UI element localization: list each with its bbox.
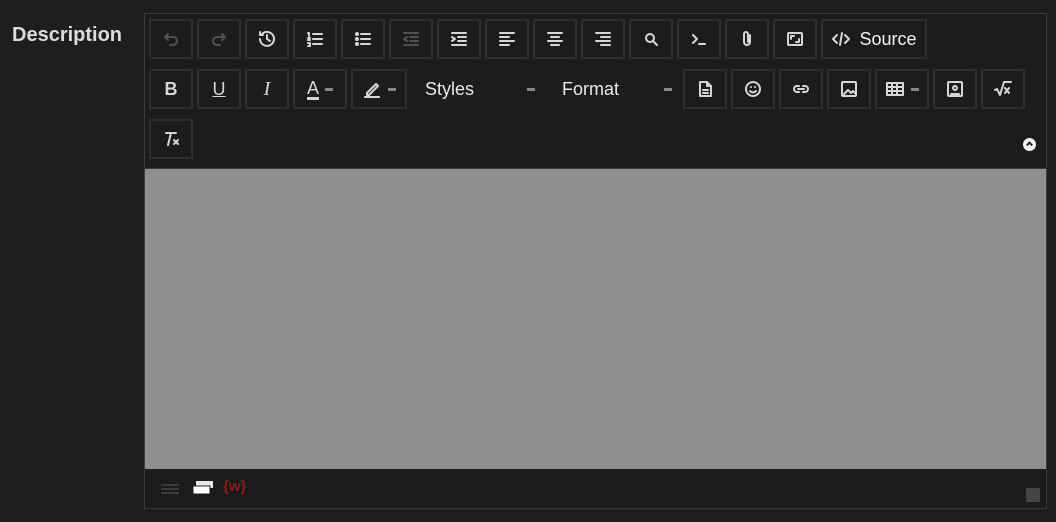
maximize-button[interactable]: [773, 19, 817, 59]
redo-button[interactable]: [197, 19, 241, 59]
underline-button[interactable]: U: [197, 69, 241, 109]
text-color-button[interactable]: A: [293, 69, 347, 109]
history-icon: [259, 30, 275, 47]
align-left-icon: [499, 32, 515, 46]
template-button[interactable]: [683, 69, 727, 109]
wiris-badge[interactable]: {w}: [223, 478, 246, 495]
highlighter-icon: [364, 83, 380, 98]
blocks-icon[interactable]: [191, 479, 215, 497]
image-button[interactable]: [827, 69, 871, 109]
numbered-list-button[interactable]: [293, 19, 337, 59]
numbered-list-icon: [307, 32, 323, 47]
chevron-down-icon: [527, 88, 535, 91]
code-snippet-button[interactable]: [677, 19, 721, 59]
format-dropdown[interactable]: Format: [562, 69, 672, 109]
editor-statusbar: {w}: [145, 469, 1046, 508]
chevron-down-icon: [664, 88, 672, 91]
rich-text-editor: Source B U I A Styles Format {w}: [144, 13, 1047, 509]
align-center-button[interactable]: [533, 19, 577, 59]
find-replace-button[interactable]: [629, 19, 673, 59]
word-count-icon: [161, 484, 179, 494]
square-root-icon: [994, 81, 1012, 96]
find-replace-icon: [645, 33, 658, 46]
terminal-icon: [692, 34, 706, 45]
math-button[interactable]: [981, 69, 1025, 109]
clear-formatting-icon: [165, 132, 179, 146]
align-right-button[interactable]: [581, 19, 625, 59]
chevron-down-icon: [388, 87, 396, 91]
history-button[interactable]: [245, 19, 289, 59]
italic-button[interactable]: I: [245, 69, 289, 109]
paperclip-icon: [743, 31, 751, 46]
document-icon: [699, 81, 712, 97]
highlight-color-button[interactable]: [351, 69, 407, 109]
outdent-icon: [403, 32, 419, 46]
smiley-icon: [745, 81, 761, 97]
indent-button[interactable]: [437, 19, 481, 59]
chevron-up-icon: [1026, 141, 1033, 147]
italic-icon: I: [263, 77, 271, 100]
align-center-icon: [547, 32, 563, 46]
attachment-button[interactable]: [725, 19, 769, 59]
table-icon: [886, 82, 904, 96]
bulleted-list-button[interactable]: [341, 19, 385, 59]
image-icon: [841, 81, 857, 97]
table-button[interactable]: [875, 69, 929, 109]
undo-icon: [164, 33, 178, 46]
outdent-button[interactable]: [389, 19, 433, 59]
editor-content-area[interactable]: [145, 169, 1046, 469]
align-left-button[interactable]: [485, 19, 529, 59]
undo-button[interactable]: [149, 19, 193, 59]
bold-button[interactable]: B: [149, 69, 193, 109]
editor-toolbar: Source B U I A Styles Format: [145, 14, 1046, 169]
code-icon: [832, 32, 851, 46]
bulleted-list-icon: [355, 32, 371, 46]
resize-handle[interactable]: [1026, 488, 1040, 502]
link-button[interactable]: [779, 69, 823, 109]
redo-icon: [212, 33, 226, 46]
collapse-toolbar-button[interactable]: [1023, 138, 1036, 151]
styles-dropdown-label: Styles: [425, 78, 475, 99]
text-color-icon: A: [306, 77, 319, 100]
underline-icon: U: [212, 78, 226, 99]
field-label: Description: [12, 24, 123, 46]
source-button-label: Source: [859, 28, 917, 49]
align-right-icon: [595, 32, 611, 46]
format-dropdown-label: Format: [562, 78, 620, 99]
bold-icon: B: [164, 78, 178, 99]
chevron-down-icon: [911, 87, 919, 91]
styles-dropdown[interactable]: Styles: [425, 69, 535, 109]
remove-format-button[interactable]: [149, 119, 193, 159]
maximize-icon: [787, 32, 803, 46]
media-icon: [947, 81, 963, 97]
link-icon: [793, 85, 809, 93]
indent-icon: [451, 32, 467, 46]
media-button[interactable]: [933, 69, 977, 109]
emoji-button[interactable]: [731, 69, 775, 109]
source-button[interactable]: Source: [821, 19, 927, 59]
chevron-down-icon: [325, 87, 333, 91]
